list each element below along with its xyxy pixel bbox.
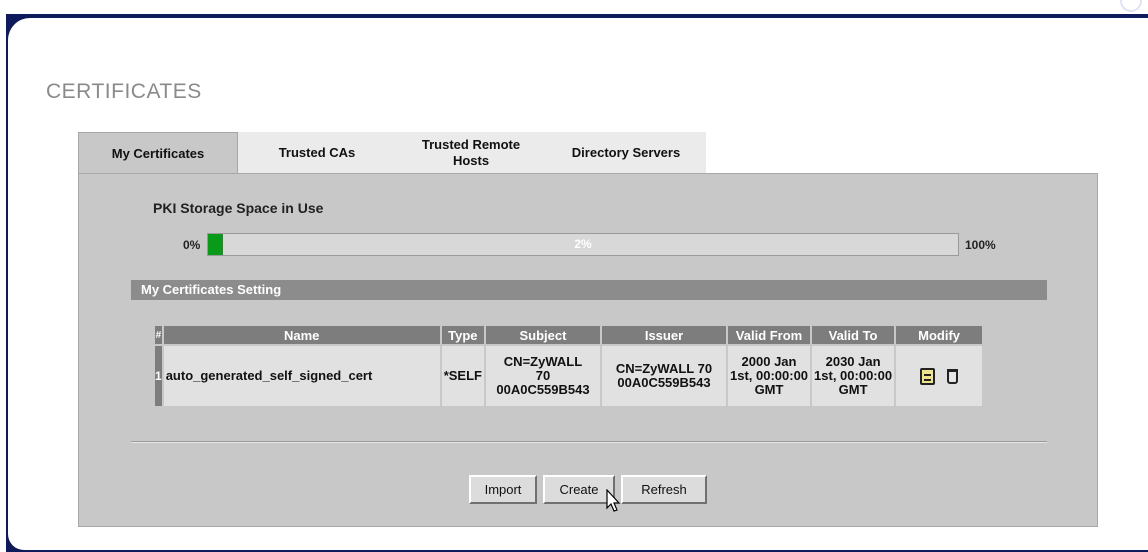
mouse-cursor-icon xyxy=(606,489,621,512)
header-modify: Modify xyxy=(896,326,983,344)
refresh-button[interactable]: Refresh xyxy=(621,475,707,504)
header-valid-to: Valid To xyxy=(812,326,895,344)
tab-content: PKI Storage Space in Use 0% 2% 100% My C… xyxy=(78,173,1098,527)
cell-valid-to: 2030 Jan 1st, 00:00:00 GMT xyxy=(812,346,895,406)
window-frame: CERTIFICATES My Certificates Trusted CAs… xyxy=(0,0,1148,552)
tab-my-certificates[interactable]: My Certificates xyxy=(78,132,238,174)
tab-trusted-remote-hosts[interactable]: Trusted Remote Hosts xyxy=(396,132,546,173)
cell-modify xyxy=(896,346,983,406)
frame-left-edge xyxy=(0,0,6,552)
cell-type: *SELF xyxy=(441,346,484,406)
table-row: 1 auto_generated_self_signed_cert *SELF … xyxy=(155,346,983,406)
cell-subject: CN=ZyWALL 70 00A0C559B543 xyxy=(485,346,600,406)
create-button[interactable]: Create xyxy=(543,475,615,504)
header-issuer: Issuer xyxy=(601,326,726,344)
import-button[interactable]: Import xyxy=(469,475,537,504)
storage-min-label: 0% xyxy=(183,238,201,252)
divider xyxy=(131,441,1047,443)
cell-index: 1 xyxy=(155,346,162,406)
cell-issuer: CN=ZyWALL 70 00A0C559B543 xyxy=(601,346,726,406)
storage-progress-bar: 2% xyxy=(207,233,959,256)
cell-valid-from: 2000 Jan 1st, 00:00:00 GMT xyxy=(727,346,811,406)
storage-usage-text: 2% xyxy=(574,237,592,251)
modify-icons xyxy=(898,367,980,385)
cell-name: auto_generated_self_signed_cert xyxy=(163,346,440,406)
header-type: Type xyxy=(441,326,484,344)
header-name: Name xyxy=(163,326,440,344)
main-panel: CERTIFICATES My Certificates Trusted CAs… xyxy=(8,18,1148,550)
tab-directory-servers[interactable]: Directory Servers xyxy=(546,132,706,173)
header-index: # xyxy=(155,326,162,344)
tab-trusted-cas[interactable]: Trusted CAs xyxy=(238,132,396,173)
frame-top-edge xyxy=(0,0,1148,14)
table-header-row: # Name Type Subject Issuer Valid From Va… xyxy=(155,326,983,344)
section-header: My Certificates Setting xyxy=(131,280,1047,300)
edit-icon[interactable] xyxy=(920,367,936,385)
header-subject: Subject xyxy=(485,326,600,344)
header-valid-from: Valid From xyxy=(727,326,811,344)
storage-max-label: 100% xyxy=(965,238,996,252)
page-title: CERTIFICATES xyxy=(46,80,202,103)
trash-icon[interactable] xyxy=(947,368,959,384)
certificates-table: # Name Type Subject Issuer Valid From Va… xyxy=(153,324,985,408)
pki-storage-title: PKI Storage Space in Use xyxy=(153,200,324,216)
